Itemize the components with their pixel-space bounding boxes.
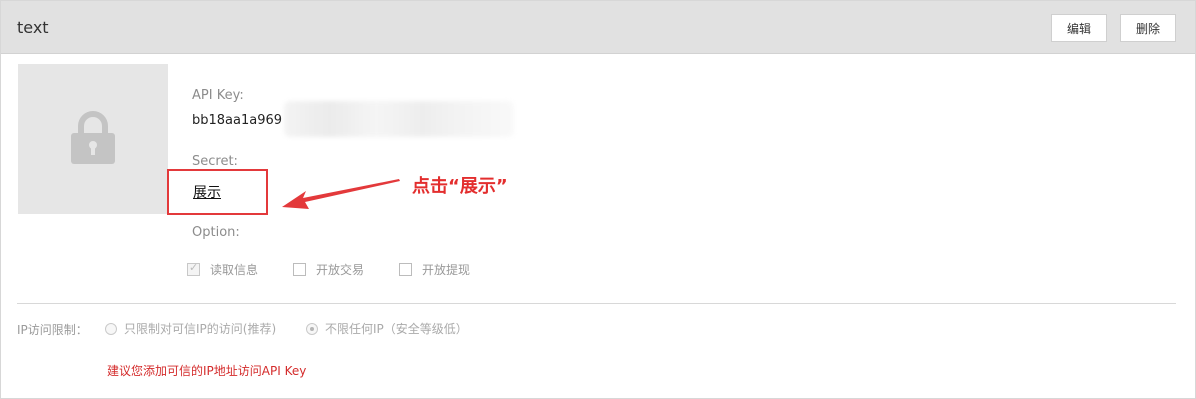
checkbox-box[interactable] [293, 263, 306, 276]
lock-icon [71, 111, 115, 164]
checkbox-label: 开放提现 [422, 263, 471, 277]
annotation-text: 点击“展示” [412, 176, 508, 197]
radio-label: 不限任何IP（安全等级低） [325, 322, 468, 336]
checkbox-label: 开放交易 [316, 263, 365, 277]
secret-label: Secret: [192, 154, 238, 169]
checkbox-open-withdraw[interactable]: 开放提现 [399, 261, 470, 278]
api-thumbnail [18, 64, 168, 214]
check-icon: ✓ [189, 261, 199, 274]
radio-circle[interactable] [306, 322, 318, 335]
checkbox-read-info[interactable]: ✓ 读取信息 [187, 261, 258, 278]
radio-any-ip[interactable]: 不限任何IP（安全等级低） [306, 320, 468, 337]
api-key-panel: text 编辑 删除 API Key: bb18aa1a969 Secret: … [0, 0, 1196, 399]
checkbox-box[interactable]: ✓ [187, 261, 200, 276]
edit-button[interactable]: 编辑 [1051, 14, 1107, 42]
checkbox-box[interactable] [399, 263, 412, 276]
panel-title: text [17, 18, 49, 37]
arrow-icon [282, 179, 400, 209]
redacted-region [284, 101, 514, 137]
radio-label: 只限制对可信IP的访问(推荐) [124, 322, 277, 336]
section-divider [17, 303, 1176, 304]
ip-hint: 建议您添加可信的IP地址访问API Key [107, 364, 307, 378]
api-key-value: bb18aa1a969 [192, 113, 283, 128]
api-key-label: API Key: [192, 88, 244, 103]
panel-header: text 编辑 删除 [1, 1, 1195, 54]
delete-button[interactable]: 删除 [1120, 14, 1176, 42]
ip-restriction-label: IP访问限制： [17, 323, 88, 337]
checkbox-label: 读取信息 [210, 263, 259, 277]
radio-circle[interactable] [105, 322, 117, 335]
radio-trusted-ip[interactable]: 只限制对可信IP的访问(推荐) [105, 320, 276, 337]
highlight-box [167, 169, 268, 215]
option-label: Option: [192, 225, 240, 240]
checkbox-open-trade[interactable]: 开放交易 [293, 261, 364, 278]
